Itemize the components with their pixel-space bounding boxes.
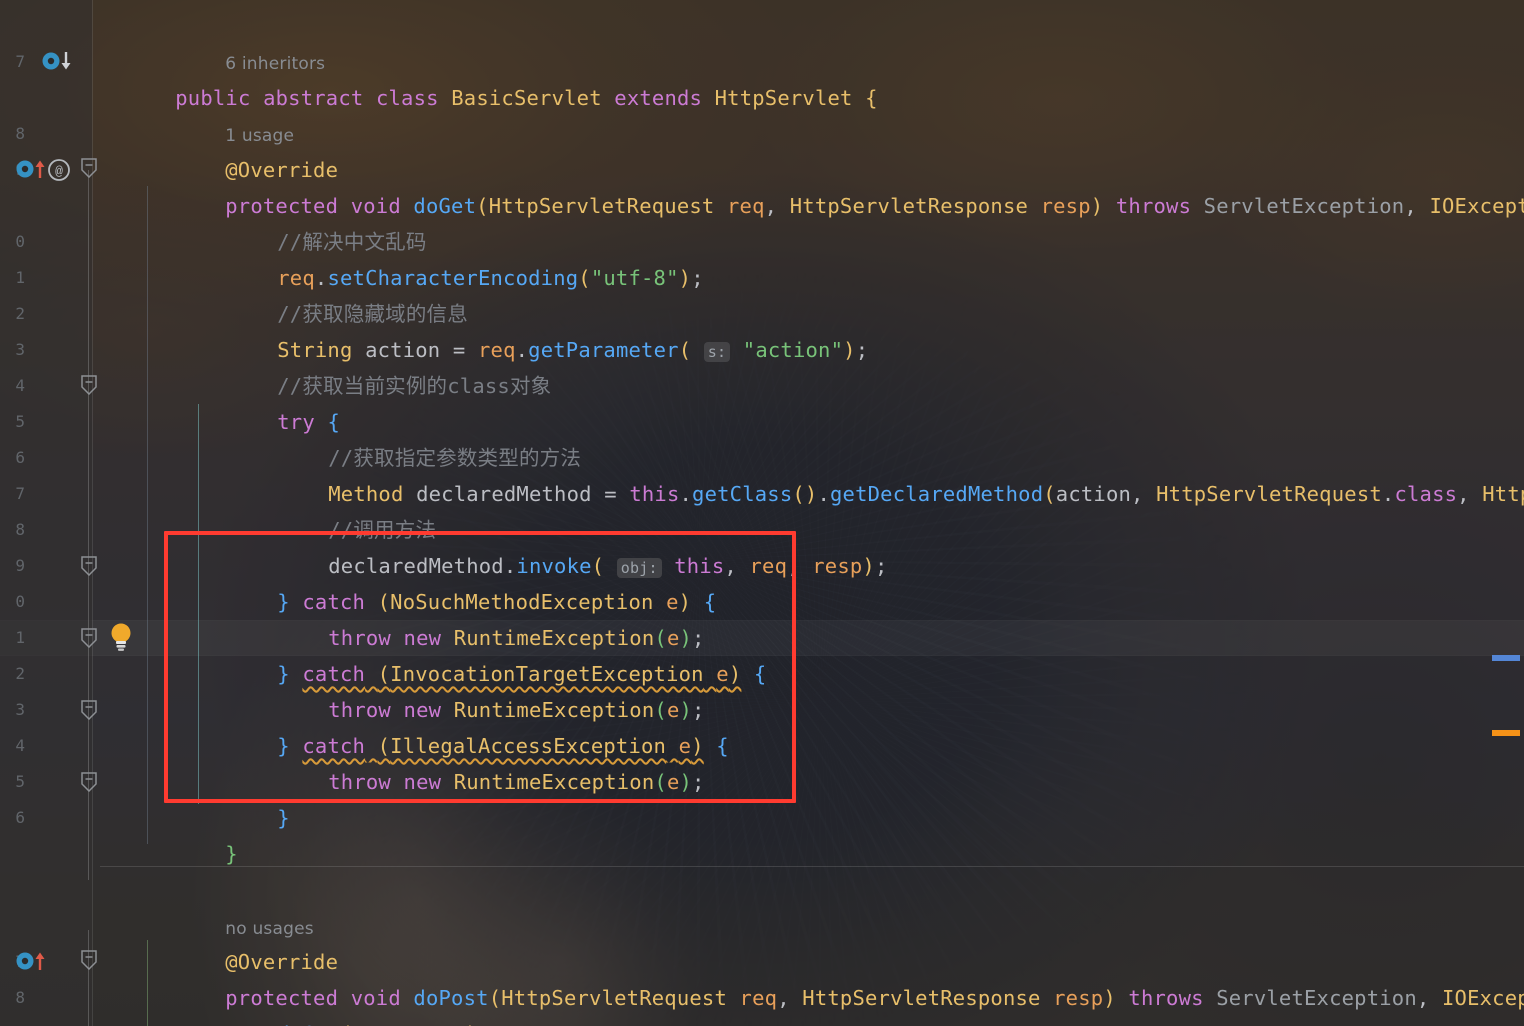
code-line-set-encoding[interactable]: req.setCharacterEncoding("utf-8"); (202, 224, 704, 290)
inlay-hint-usage[interactable]: 1 usage (150, 80, 294, 146)
exception-servletexception: ServletException (1216, 986, 1417, 1010)
inlay-hint-inheritors[interactable]: 6 inheritors (150, 8, 325, 74)
code-editor[interactable]: 7 8 9 0 1 2 3 4 5 6 7 8 9 0 1 2 3 4 5 6 … (0, 0, 1524, 1026)
method-getclass: getClass (692, 482, 793, 506)
code-line-call-doget[interactable]: doGet(req, resp); (202, 980, 491, 1026)
keyword-new: new (403, 770, 442, 794)
string-utf8: "utf-8" (590, 266, 679, 290)
param-resp: resp (1040, 194, 1091, 218)
param-req: req (727, 194, 765, 218)
keyword-class: class (1394, 482, 1458, 506)
keyword-this: this (629, 482, 680, 506)
class-name: BasicServlet (451, 86, 602, 110)
code-line-try[interactable]: try { (202, 368, 340, 434)
arg-req: req (353, 1022, 391, 1026)
code-line-throw-3[interactable]: throw new RuntimeException(e); (253, 728, 705, 794)
code-line-dopost-signature[interactable]: protected void doPost(HttpServletRequest… (150, 944, 1524, 1010)
var-declaredmethod: declaredMethod (416, 482, 592, 506)
code-line-get-declared-method[interactable]: Method declaredMethod = this.getClass().… (253, 440, 1524, 506)
inlay-hint-no-usages[interactable]: no usages (150, 873, 314, 939)
brace-open: { (716, 734, 729, 758)
keyword-throws: throws (1128, 986, 1204, 1010)
keyword-class: class (375, 86, 439, 110)
string-action: "action" (742, 338, 844, 362)
code-line-close-method[interactable]: } (150, 800, 238, 866)
code-line-throw-1[interactable]: throw new RuntimeException(e); (253, 584, 705, 650)
scrollbar-marker-blue[interactable] (1492, 655, 1520, 661)
code-line-comment-4[interactable]: //获取指定参数类型的方法 (253, 404, 581, 470)
method-separator-line (100, 866, 1524, 867)
arg-resp: resp (415, 1022, 465, 1026)
exception-var-e: e (716, 662, 729, 686)
code-line-override-1[interactable]: @Override (150, 116, 338, 182)
param-type-request: HttpServletRequest (488, 194, 715, 218)
keyword-extends: extends (614, 86, 703, 110)
code-line-comment-2[interactable]: //获取隐藏域的信息 (202, 260, 468, 326)
code-line-doget-signature[interactable]: protected void doGet(HttpServletRequest … (150, 152, 1524, 218)
brace-close: } (225, 842, 238, 866)
param-type-response: HttpServletResponse (789, 194, 1029, 218)
method-call-doget: doGet (277, 1022, 340, 1026)
code-line-throw-2[interactable]: throw new RuntimeException(e); (253, 656, 705, 722)
brace-open: { (865, 86, 878, 110)
keyword-throw: throw (328, 770, 391, 794)
arg-req: req (749, 554, 788, 578)
code-line-comment-5[interactable]: //调用方法 (253, 476, 436, 542)
code-line-class-decl[interactable]: public abstract class BasicServlet exten… (100, 44, 878, 110)
code-line-close-catch[interactable]: } (202, 764, 290, 830)
arg-resp: resp (812, 554, 863, 578)
code-line-comment-3[interactable]: //获取当前实例的class对象 (202, 332, 551, 398)
code-line-catch-invocationtarget[interactable]: } catch (InvocationTargetException e) { (202, 620, 766, 686)
param-type-request: HttpServletRequest (501, 986, 727, 1010)
code-line-catch-nosuchmethod[interactable]: } catch (NoSuchMethodException e) { (202, 548, 716, 614)
exception-servletexception: ServletException (1203, 194, 1405, 218)
brace-close: } (277, 806, 290, 830)
method-getdeclaredmethod: getDeclaredMethod (830, 482, 1044, 506)
code-line-comment-1[interactable]: //解决中文乱码 (202, 188, 427, 254)
param-name-hint-s: s: (703, 342, 731, 362)
arg-action: action (1055, 482, 1132, 506)
code-line-invoke[interactable]: declaredMethod.invoke( obj: this, req, r… (253, 512, 888, 578)
exception-ioexception: IOExceptio (1429, 194, 1524, 218)
code-line-catch-illegalaccess[interactable]: } catch (IllegalAccessException e) { (202, 692, 729, 758)
arg-type-request: HttpServletRequest (1156, 482, 1382, 506)
scrollbar-marker-orange[interactable] (1492, 730, 1520, 736)
class-runtimeexception: RuntimeException (453, 770, 655, 794)
code-content[interactable]: 6 inheritors public abstract class Basic… (0, 0, 1524, 1026)
brace-open: { (703, 590, 717, 614)
keyword-throws: throws (1115, 194, 1192, 218)
arg-type-response-cut: HttpSe (1482, 482, 1524, 506)
param-req: req (739, 986, 778, 1010)
code-line-get-action[interactable]: String action = req.getParameter( s: "ac… (202, 296, 868, 362)
param-resp: resp (1053, 986, 1104, 1010)
code-line-override-2[interactable]: @Override (150, 908, 338, 974)
exception-ioexception: IOExcept (1442, 986, 1524, 1010)
param-type-response: HttpServletResponse (802, 986, 1041, 1010)
superclass-name: HttpServlet (714, 86, 853, 110)
brace-open: { (753, 662, 767, 686)
arg-e: e (666, 770, 680, 794)
